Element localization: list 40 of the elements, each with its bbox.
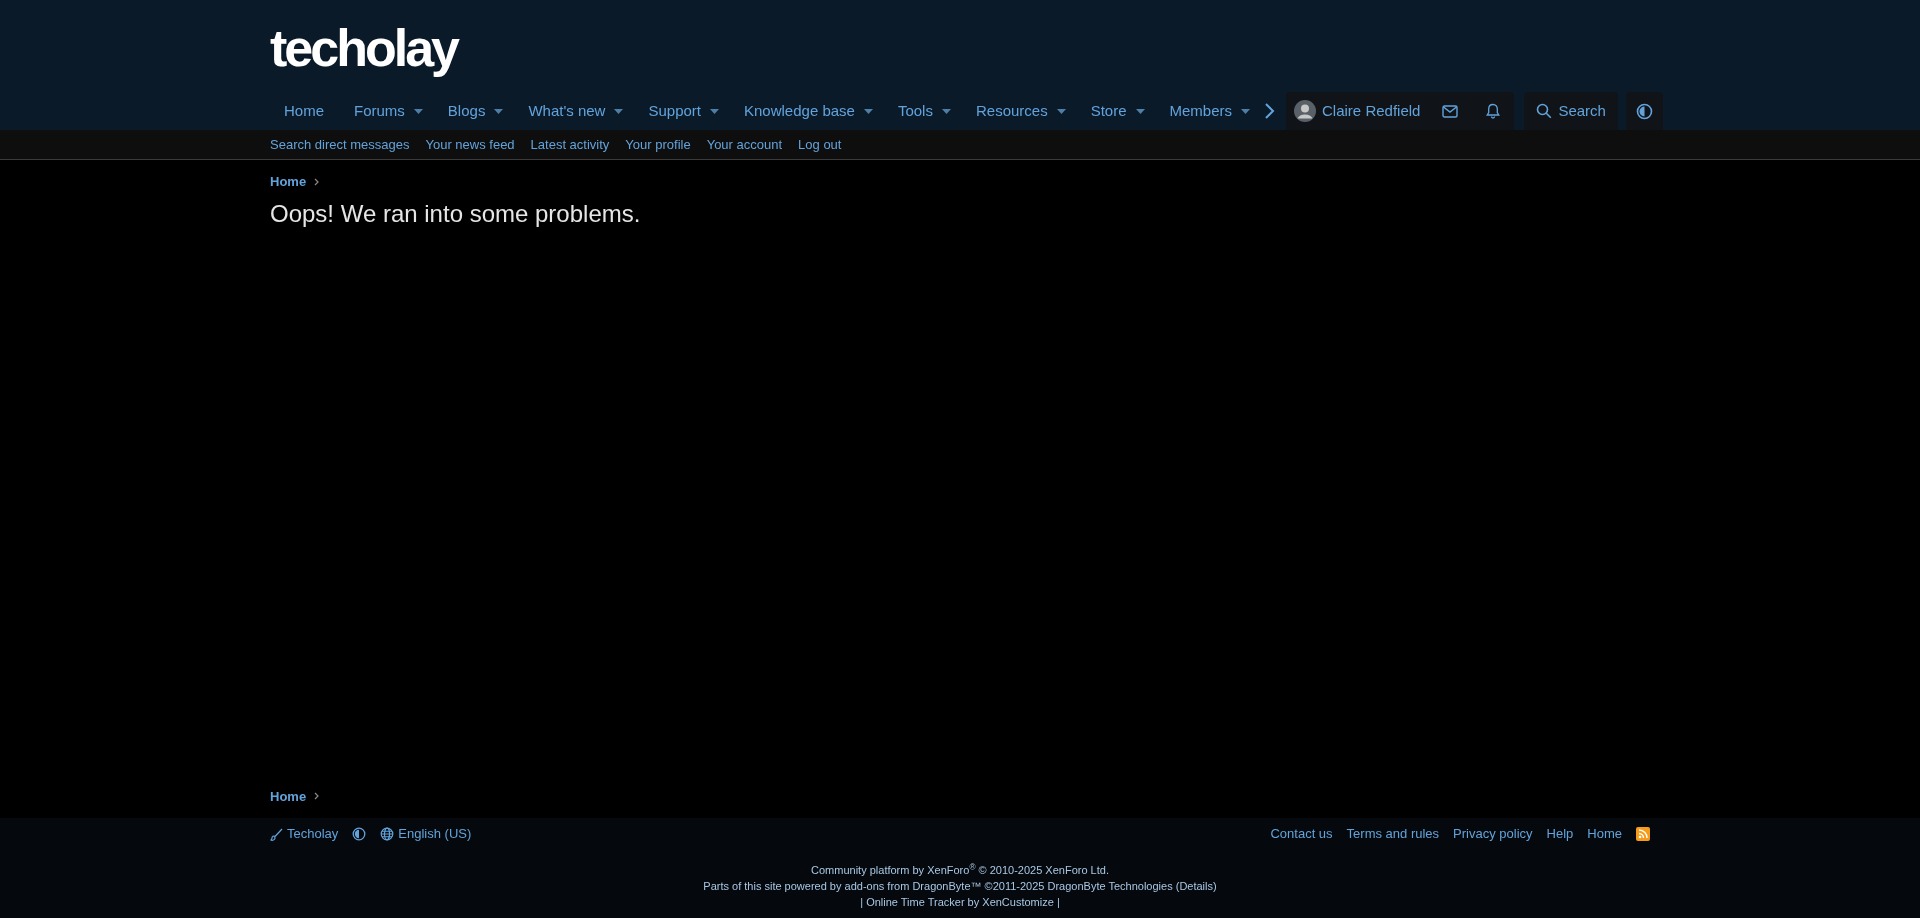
copyright-text: | Online Time Tracker by XenCustomize | <box>860 895 1060 910</box>
subnav-link[interactable]: Your profile <box>625 134 691 155</box>
nav-tab[interactable]: Members <box>1154 92 1248 130</box>
nav-tab[interactable]: What's new <box>513 92 621 130</box>
footer-link[interactable]: Terms and rules <box>1346 824 1440 844</box>
theme-toggle-icon[interactable] <box>352 827 367 841</box>
nav-tab[interactable]: Knowledge base <box>729 92 870 130</box>
language-link[interactable]: English (US) <box>380 824 472 844</box>
subnav-link[interactable]: Your account <box>706 134 783 155</box>
globe-icon <box>380 827 395 841</box>
nav-tab[interactable]: Home <box>269 92 339 130</box>
site-logo[interactable]: techolay <box>270 20 457 76</box>
footer-link[interactable]: Help <box>1546 824 1574 844</box>
nav-tab[interactable]: Support <box>633 92 716 130</box>
chevron-icon <box>314 792 320 801</box>
brush-icon <box>270 827 283 841</box>
avatar-icon <box>1294 100 1317 122</box>
nav-tab[interactable]: Store <box>1075 92 1142 130</box>
breadcrumb-link[interactable]: Home <box>270 172 307 192</box>
copyright-text: Parts of this site powered by add-ons from DragonByte™ ©2011-2025 DragonByte Technologies (Details) <box>703 879 1217 894</box>
search-icon <box>1536 103 1553 119</box>
subnav-link[interactable]: Your news feed <box>425 134 515 155</box>
theme-toggle-icon[interactable] <box>1625 92 1663 130</box>
breadcrumb-link[interactable]: Home <box>270 786 307 806</box>
style-chooser-link[interactable]: Techolay <box>270 824 339 844</box>
chevron-icon <box>314 177 320 186</box>
footer-link[interactable]: Contact us <box>1270 824 1333 844</box>
subnav-link[interactable]: Search direct messages <box>270 134 410 155</box>
nav-tab[interactable]: Tools <box>882 92 948 130</box>
nav-tab[interactable]: Forums <box>339 92 420 130</box>
copyright-text: Community platform by XenForo$^{®}$ © 2010-2025 XenForo Ltd. <box>811 862 1109 878</box>
rss-icon[interactable] <box>1636 827 1650 841</box>
subnav-link[interactable]: Log out <box>798 134 842 155</box>
nav-tab[interactable]: Blogs <box>432 92 501 130</box>
footer-link[interactable]: Home <box>1587 824 1622 844</box>
search-button[interactable]: Search <box>1524 92 1618 130</box>
nav-tab[interactable]: Resources <box>960 92 1063 130</box>
page-title: Oops! We ran into some problems. <box>270 198 641 229</box>
footer-link[interactable]: Privacy policy <box>1453 824 1533 844</box>
subnav-link[interactable]: Latest activity <box>530 134 610 155</box>
